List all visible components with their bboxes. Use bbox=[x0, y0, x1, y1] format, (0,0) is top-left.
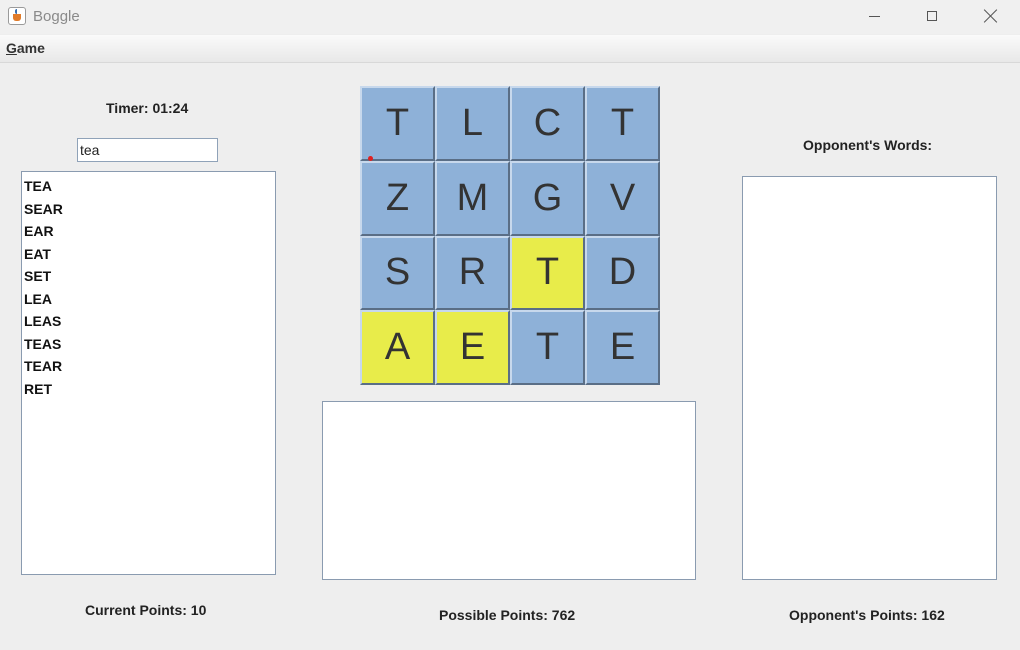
close-button[interactable] bbox=[962, 0, 1020, 32]
minimize-icon bbox=[868, 15, 880, 17]
maximize-icon bbox=[927, 11, 937, 21]
board-tile[interactable]: L bbox=[435, 86, 510, 161]
word-definition-area[interactable] bbox=[322, 401, 696, 580]
menu-bar: Game bbox=[0, 35, 1020, 63]
window-title: Boggle bbox=[33, 8, 80, 25]
board-tile[interactable]: T bbox=[510, 310, 585, 385]
board-tile[interactable]: C bbox=[510, 86, 585, 161]
maximize-button[interactable] bbox=[903, 0, 961, 32]
board-tile[interactable]: A bbox=[360, 310, 435, 385]
opponent-words-label: Opponent's Words: bbox=[803, 137, 933, 153]
boggle-board: TLCTZMGVSRTDAETE bbox=[360, 86, 660, 385]
found-word-item[interactable]: SET bbox=[22, 265, 275, 288]
board-tile[interactable]: T bbox=[360, 86, 435, 161]
board-tile[interactable]: V bbox=[585, 160, 660, 236]
minimize-button[interactable] bbox=[845, 0, 903, 32]
close-icon bbox=[984, 9, 998, 23]
found-word-item[interactable]: LEA bbox=[22, 288, 275, 311]
board-tile[interactable]: E bbox=[435, 310, 510, 385]
found-word-item[interactable]: TEAR bbox=[22, 355, 275, 378]
possible-points-label: Possible Points: 762 bbox=[439, 607, 576, 623]
menu-game[interactable]: Game bbox=[6, 40, 45, 56]
opponent-words-list[interactable] bbox=[742, 176, 997, 580]
board-tile[interactable]: T bbox=[510, 235, 585, 311]
found-word-item[interactable]: TEAS bbox=[22, 333, 275, 356]
found-word-item[interactable]: EAR bbox=[22, 220, 275, 243]
timer-label: Timer: 01:24 bbox=[106, 100, 189, 116]
found-words-list[interactable]: TEA SEAR EAR EAT SET LEA LEAS TEAS TEAR RET bbox=[21, 171, 276, 575]
opponent-points-label: Opponent's Points: 162 bbox=[789, 607, 945, 623]
board-tile[interactable]: G bbox=[510, 160, 585, 236]
board-tile[interactable]: S bbox=[360, 235, 435, 311]
board-tile[interactable]: E bbox=[585, 310, 660, 385]
timer-value: 01:24 bbox=[152, 100, 189, 116]
found-word-item[interactable]: SEAR bbox=[22, 198, 275, 221]
found-word-item[interactable]: LEAS bbox=[22, 310, 275, 333]
title-bar: Boggle bbox=[0, 0, 1020, 34]
current-points-label: Current Points: 10 bbox=[85, 602, 207, 618]
found-word-item[interactable]: RET bbox=[22, 378, 275, 401]
board-tile[interactable]: T bbox=[585, 86, 660, 161]
cursor-marker bbox=[368, 156, 373, 161]
board-tile[interactable]: R bbox=[435, 235, 510, 311]
found-word-item[interactable]: TEA bbox=[22, 175, 275, 198]
word-input[interactable] bbox=[77, 138, 218, 162]
found-word-item[interactable]: EAT bbox=[22, 243, 275, 266]
board-tile[interactable]: Z bbox=[360, 160, 435, 236]
board-tile[interactable]: D bbox=[585, 235, 660, 311]
board-tile[interactable]: M bbox=[435, 160, 510, 236]
java-app-icon bbox=[8, 7, 26, 25]
